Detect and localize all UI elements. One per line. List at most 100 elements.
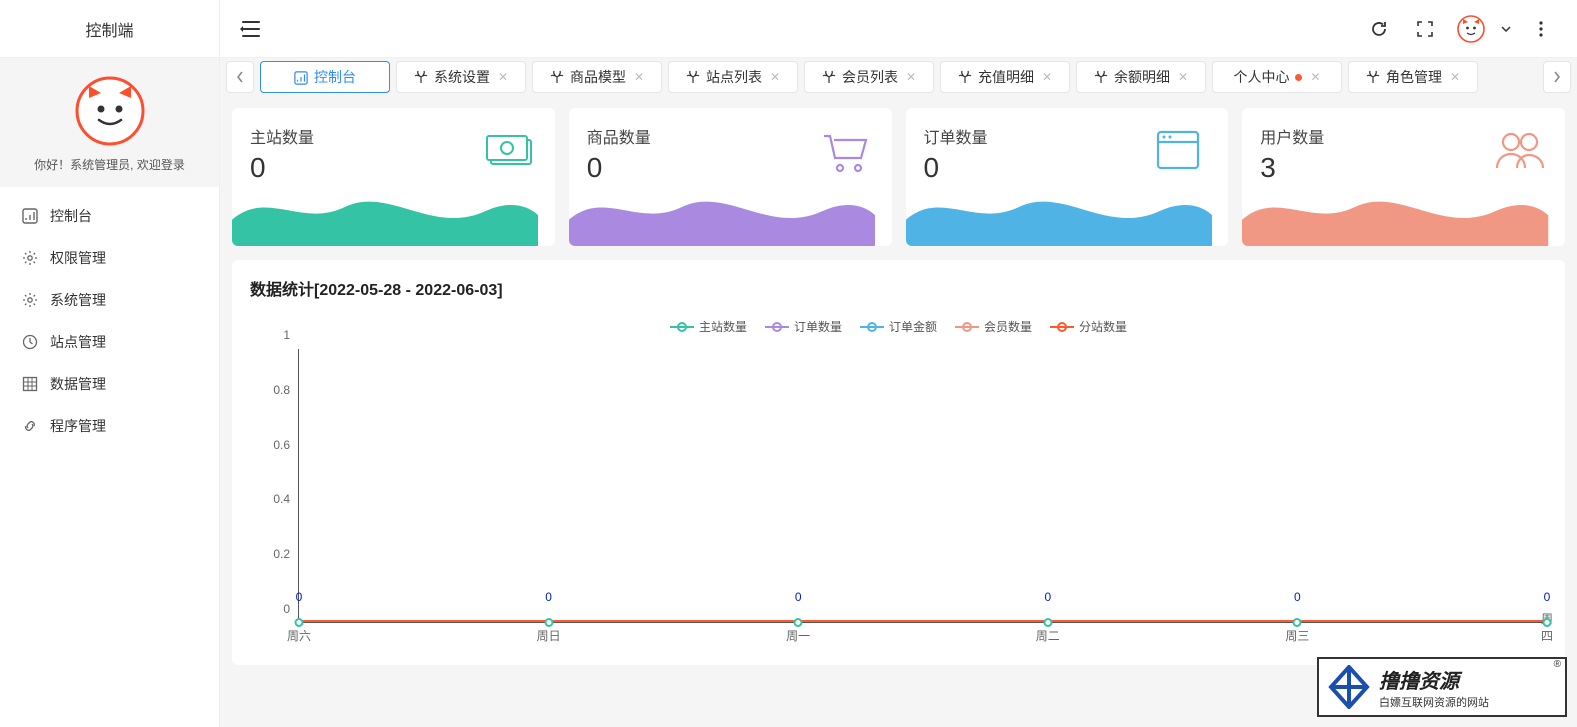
tabs-next-button[interactable]: [1543, 61, 1571, 93]
tab-close-button[interactable]: ✕: [906, 70, 916, 84]
tab-close-button[interactable]: ✕: [1042, 70, 1052, 84]
data-point-marker: [544, 618, 553, 627]
tab-label: 控制台: [314, 67, 356, 87]
palm-icon: [1366, 70, 1380, 84]
palm-icon: [958, 70, 972, 84]
sidebar-item-5[interactable]: 程序管理: [0, 405, 219, 447]
gear-icon: [22, 292, 38, 308]
chart-legend: 主站数量 订单数量 订单金额 会员数量 分站数量: [250, 318, 1547, 335]
sidebar-item-label: 控制台: [50, 206, 92, 226]
data-point-marker: [1043, 618, 1052, 627]
sidebar-item-label: 数据管理: [50, 374, 106, 394]
y-tick: 1: [283, 328, 290, 342]
refresh-button[interactable]: [1367, 17, 1391, 41]
tab-close-button[interactable]: ✕: [1450, 70, 1460, 84]
tab-close-button[interactable]: ✕: [770, 70, 780, 84]
tab-2[interactable]: 商品模型 ✕: [532, 61, 662, 93]
data-label: 0: [795, 590, 802, 604]
legend-item-0[interactable]: 主站数量: [670, 318, 747, 335]
users-icon: [1493, 130, 1549, 172]
data-label: 0: [296, 590, 303, 604]
chevron-left-icon: [236, 71, 244, 83]
stat-card-3[interactable]: 用户数量 3: [1242, 108, 1565, 246]
sidebar-item-label: 系统管理: [50, 290, 106, 310]
data-label: 0: [1044, 590, 1051, 604]
clock-icon: [22, 334, 38, 350]
stat-card-1[interactable]: 商品数量 0: [569, 108, 892, 246]
tab-1[interactable]: 系统设置✕: [396, 61, 526, 93]
user-dropdown-button[interactable]: [1499, 17, 1513, 41]
data-point-marker: [295, 618, 304, 627]
palm-icon: [550, 70, 564, 84]
legend-label: 分站数量: [1079, 318, 1127, 335]
y-tick: 0.2: [273, 547, 290, 561]
sidebar-item-3[interactable]: 站点管理: [0, 321, 219, 363]
legend-item-1[interactable]: 订单数量: [765, 318, 842, 335]
legend-item-3[interactable]: 会员数量: [955, 318, 1032, 335]
fullscreen-button[interactable]: [1413, 17, 1437, 41]
y-tick: 0: [283, 602, 290, 616]
y-tick: 0.4: [273, 492, 290, 506]
x-tick: 周一: [786, 627, 810, 644]
content: 主站数量 0 商品数量 0 订单数量 0 用户数量 3 数据统计[2022-05…: [220, 96, 1577, 727]
tabs-prev-button[interactable]: [226, 61, 254, 93]
sidebar-nav: 控制台权限管理系统管理站点管理数据管理程序管理: [0, 187, 219, 455]
data-label: 0: [1294, 590, 1301, 604]
legend-item-2[interactable]: 订单金额: [860, 318, 937, 335]
sidebar-item-1[interactable]: 权限管理: [0, 237, 219, 279]
data-point-marker: [794, 618, 803, 627]
tab-label: 个人中心: [1233, 67, 1289, 87]
more-button[interactable]: [1529, 17, 1553, 41]
legend-label: 订单金额: [889, 318, 937, 335]
tab-5[interactable]: 充值明细 ✕: [940, 61, 1070, 93]
tab-close-button[interactable]: ✕: [1310, 70, 1320, 84]
palm-icon: [686, 70, 700, 84]
watermark: 撸撸资源 白嫖互联网资源的网站 ®: [1317, 657, 1567, 717]
sidebar-item-label: 权限管理: [50, 248, 106, 268]
tab-close-button[interactable]: ✕: [634, 70, 644, 84]
sidebar-item-0[interactable]: 控制台: [0, 195, 219, 237]
fullscreen-icon: [1417, 21, 1433, 37]
grid-icon: [22, 376, 38, 392]
legend-item-4[interactable]: 分站数量: [1050, 318, 1127, 335]
tab-close-button[interactable]: ✕: [498, 70, 508, 84]
dashboard-icon: [294, 70, 308, 84]
sidebar-item-label: 程序管理: [50, 416, 106, 436]
watermark-subtitle: 白嫖互联网资源的网站: [1379, 694, 1489, 710]
chart-line: [299, 620, 1547, 622]
tab-7[interactable]: 个人中心 ✕: [1212, 61, 1342, 93]
tab-3[interactable]: 站点列表✕: [668, 61, 798, 93]
watermark-registered: ®: [1554, 659, 1561, 670]
tab-4[interactable]: 会员列表✕: [804, 61, 934, 93]
topbar: [220, 0, 1577, 58]
watermark-title: 撸撸资源: [1379, 665, 1489, 694]
tab-label: 商品模型: [570, 67, 626, 87]
tab-label: 充值明细: [978, 67, 1034, 87]
data-point-marker: [1543, 618, 1552, 627]
user-avatar[interactable]: [1457, 15, 1485, 43]
sidebar-item-4[interactable]: 数据管理: [0, 363, 219, 405]
sidebar: 控制端 你好！系统管理员, 欢迎登录 控制台权限管理系统管理站点管理数据管理程序…: [0, 0, 220, 727]
watermark-icon: [1327, 665, 1371, 709]
sidebar-item-2[interactable]: 系统管理: [0, 279, 219, 321]
tab-label: 余额明细: [1114, 67, 1170, 87]
refresh-icon: [1370, 20, 1388, 38]
menu-toggle-button[interactable]: [238, 17, 262, 41]
dashboard-icon: [22, 208, 38, 224]
legend-label: 会员数量: [984, 318, 1032, 335]
legend-label: 订单数量: [794, 318, 842, 335]
palm-icon: [822, 70, 836, 84]
legend-label: 主站数量: [699, 318, 747, 335]
tab-0[interactable]: 控制台: [260, 61, 390, 93]
cart-icon: [820, 130, 876, 172]
stat-card-2[interactable]: 订单数量 0: [906, 108, 1229, 246]
tabs-bar: 控制台系统设置✕商品模型✕站点列表✕会员列表✕充值明细✕余额明细✕个人中心✕角色…: [220, 58, 1577, 96]
tab-6[interactable]: 余额明细 ✕: [1076, 61, 1206, 93]
plot-area: 周六0周日0周一0周二0周三0周四0: [298, 349, 1547, 623]
chart-title: 数据统计[2022-05-28 - 2022-06-03]: [250, 276, 1547, 300]
tab-close-button[interactable]: ✕: [1178, 70, 1188, 84]
stat-card-0[interactable]: 主站数量 0: [232, 108, 555, 246]
stat-cards-row: 主站数量 0 商品数量 0 订单数量 0 用户数量 3: [232, 108, 1565, 246]
chevron-right-icon: [1553, 71, 1561, 83]
tab-8[interactable]: 角色管理✕: [1348, 61, 1478, 93]
